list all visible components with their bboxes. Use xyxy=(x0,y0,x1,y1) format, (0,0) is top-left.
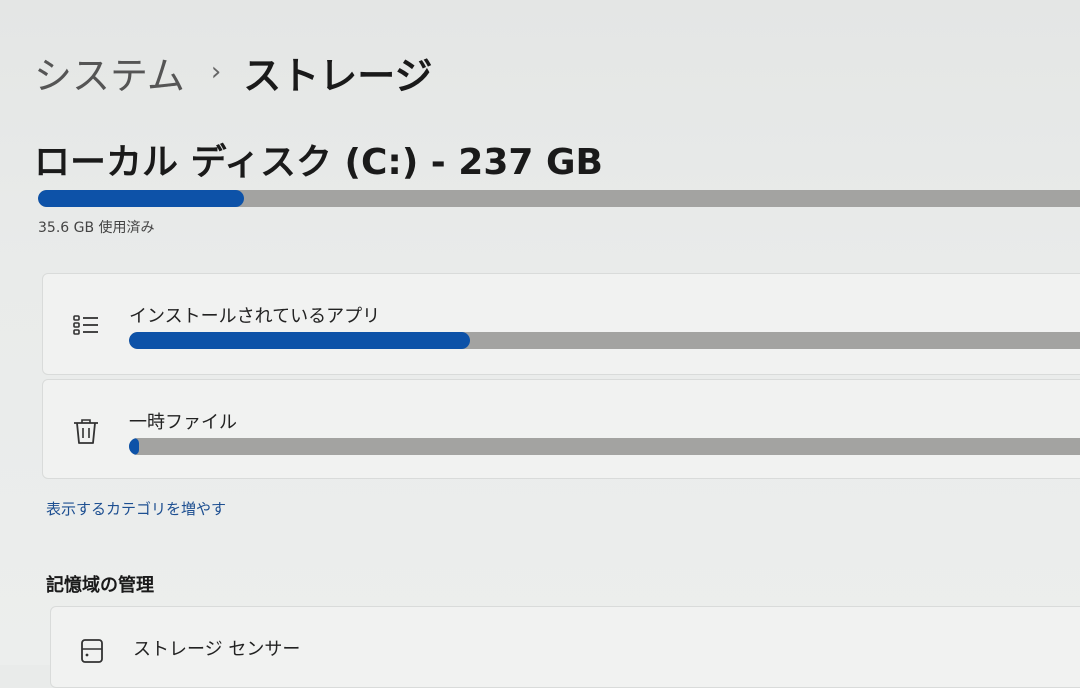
settings-page: システム › ストレージ ローカル ディスク (C:) - 237 GB 35.… xyxy=(0,0,1080,688)
storage-management-heading: 記憶域の管理 xyxy=(46,575,154,596)
disk-title: ローカル ディスク (C:) - 237 GB xyxy=(34,142,603,183)
list-icon xyxy=(73,315,98,335)
breadcrumb-system[interactable]: システム xyxy=(34,45,185,100)
page-title: ストレージ xyxy=(243,53,433,98)
category-installed-apps[interactable]: インストールされているアプリ xyxy=(42,273,1080,375)
drive-icon xyxy=(81,639,103,663)
disk-usage-bar xyxy=(38,190,1080,207)
storage-sense-item[interactable]: ストレージ センサー xyxy=(50,606,1080,688)
breadcrumb-separator-icon: › xyxy=(210,57,222,87)
show-more-categories-link[interactable]: 表示するカテゴリを増やす xyxy=(46,498,226,519)
disk-used-text: 35.6 GB 使用済み xyxy=(38,220,155,236)
category-usage-fill xyxy=(129,438,139,455)
category-usage-bar xyxy=(129,438,1080,455)
storage-sense-label: ストレージ センサー xyxy=(133,639,301,660)
category-temp-files[interactable]: 一時ファイル xyxy=(42,379,1080,479)
category-label: 一時ファイル xyxy=(129,412,237,433)
breadcrumb: システム › ストレージ xyxy=(34,46,433,98)
category-label: インストールされているアプリ xyxy=(129,306,381,327)
trash-icon xyxy=(74,419,98,444)
category-usage-bar xyxy=(129,332,1080,349)
disk-usage-fill xyxy=(38,190,245,207)
category-usage-fill xyxy=(129,332,471,349)
